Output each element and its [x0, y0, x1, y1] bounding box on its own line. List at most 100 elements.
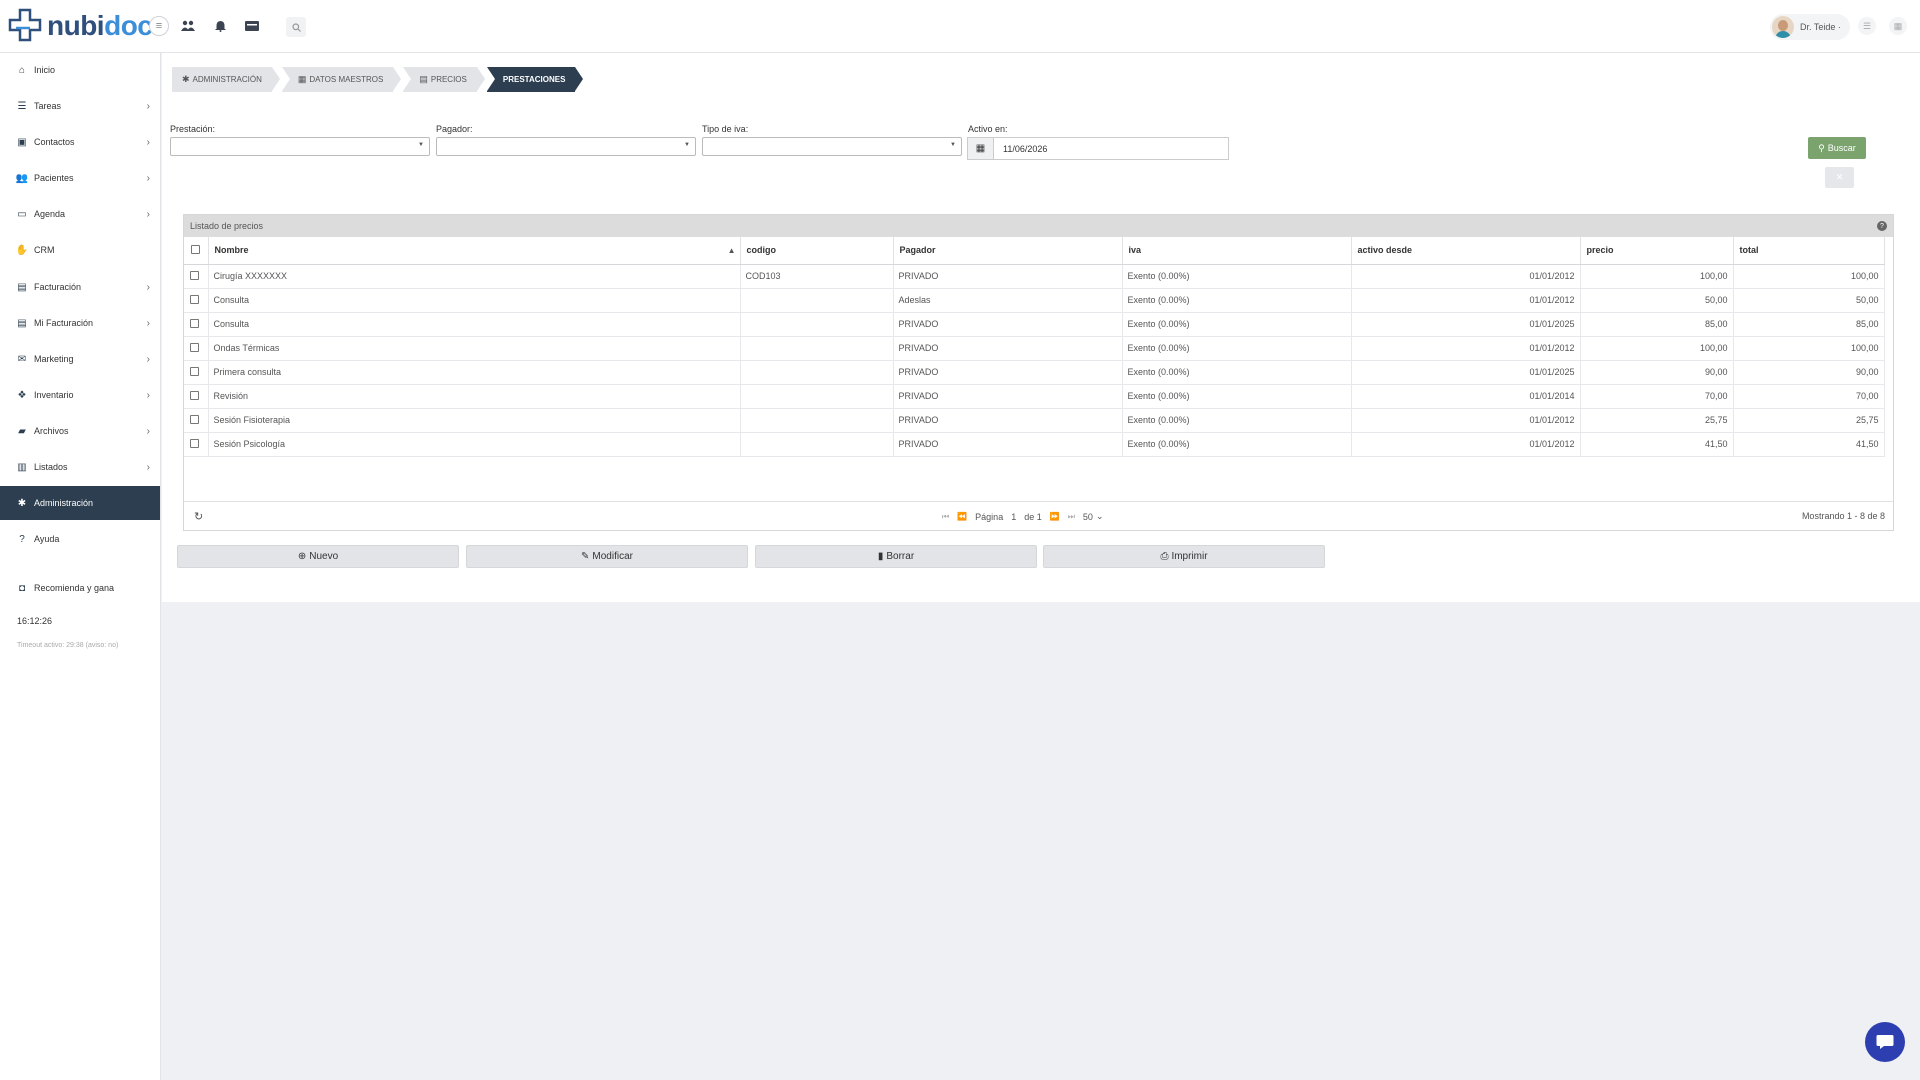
breadcrumb-item-prestaciones[interactable]: PRESTACIONES: [486, 67, 583, 92]
calendar-icon[interactable]: ▦: [968, 138, 994, 159]
table-row[interactable]: Primera consulta PRIVADO Exento (0.00%) 01/…: [184, 360, 1885, 385]
sidebar-item-archivos[interactable]: ▰ Archivos ›: [0, 414, 160, 448]
table-row[interactable]: Revisión PRIVADO Exento (0.00%) 01/01/2014 7…: [184, 384, 1885, 409]
breadcrumb-item-administración[interactable]: ✱ ADMINISTRACIÓN: [172, 67, 280, 92]
column-header-precio[interactable]: precio: [1580, 237, 1734, 265]
breadcrumb-label: PRESTACIONES: [502, 75, 566, 84]
menu-toggle-icon[interactable]: ≡: [149, 16, 169, 36]
chat-button[interactable]: [1865, 1022, 1905, 1062]
sidebar-item-listados[interactable]: ▥ Listados ›: [0, 450, 160, 484]
cell-activo-desde: 01/01/2012: [1351, 408, 1581, 433]
row-checkbox[interactable]: [190, 342, 199, 352]
row-checkbox[interactable]: [190, 366, 199, 376]
last-page-icon[interactable]: ⏭: [1068, 512, 1075, 522]
row-checkbox[interactable]: [190, 270, 199, 280]
chevron-right-icon: ›: [146, 172, 150, 184]
sidebar-item-mi-facturación[interactable]: ▤ Mi Facturación ›: [0, 306, 160, 340]
bell-icon[interactable]: [210, 16, 230, 36]
calculator-icon[interactable]: ▦: [1889, 17, 1907, 35]
money-icon[interactable]: [242, 16, 262, 36]
sidebar-item-facturación[interactable]: ▤ Facturación ›: [0, 270, 160, 304]
breadcrumb-item-precios[interactable]: ▤ PRECIOS: [403, 67, 485, 92]
help-icon[interactable]: ?: [1877, 221, 1887, 231]
sidebar-item-marketing[interactable]: ✉ Marketing ›: [0, 342, 160, 376]
column-header-codigo[interactable]: codigo: [740, 237, 894, 265]
cell-pagador: PRIVADO: [893, 360, 1123, 385]
clear-filters-button[interactable]: ✕: [1825, 167, 1854, 188]
sidebar-item-recomienda-y-gana[interactable]: ◘ Recomienda y gana: [0, 571, 160, 605]
column-header-total[interactable]: total: [1733, 237, 1885, 265]
prestacion-select[interactable]: ▼: [170, 137, 430, 156]
pagador-label: Pagador:: [436, 124, 473, 134]
search-icon[interactable]: [286, 17, 306, 37]
select-all-checkbox[interactable]: [191, 244, 200, 254]
borrar-button[interactable]: ▮ Borrar: [755, 545, 1037, 568]
chevron-right-icon: ›: [146, 281, 150, 293]
next-page-icon[interactable]: ⏩: [1050, 512, 1060, 521]
sidebar-item-inventario[interactable]: ❖ Inventario ›: [0, 378, 160, 412]
prev-page-icon[interactable]: ⏪: [957, 512, 967, 521]
sort-icon[interactable]: ▲: [728, 246, 736, 255]
chevron-right-icon: ›: [146, 136, 150, 148]
search-button[interactable]: ⚲ Buscar: [1808, 137, 1866, 159]
imprimir-button-label: Imprimir: [1171, 551, 1208, 562]
column-header-activo-desde[interactable]: activo desde: [1351, 237, 1581, 265]
sidebar-item-crm[interactable]: ✋ CRM: [0, 233, 160, 267]
cell-precio: 100,00: [1580, 264, 1734, 289]
table-row[interactable]: Ondas Térmicas PRIVADO Exento (0.00%) 01/01…: [184, 336, 1885, 361]
table-row[interactable]: Cirugía XXXXXXX COD103 PRIVADO Exento (0.00…: [184, 264, 1885, 289]
row-checkbox[interactable]: [190, 390, 199, 400]
cell-pagador: Adeslas: [893, 288, 1123, 313]
cell-total: 50,00: [1733, 288, 1885, 313]
page-size-select[interactable]: 50 ⌄: [1083, 511, 1104, 522]
table-row[interactable]: Sesión Psicología PRIVADO Exento (0.00%) 01…: [184, 432, 1885, 457]
sidebar-item-pacientes[interactable]: 👥 Pacientes ›: [0, 161, 160, 195]
tipo-iva-select[interactable]: ▼: [702, 137, 962, 156]
column-header-pagador[interactable]: Pagador: [893, 237, 1123, 265]
chevron-right-icon: ›: [146, 389, 150, 401]
logo-cross-icon: [8, 8, 42, 42]
modificar-button[interactable]: ✎ Modificar: [466, 545, 748, 568]
table-row[interactable]: Sesión Fisioterapia PRIVADO Exento (0.00%)…: [184, 408, 1885, 433]
activo-date-field[interactable]: ▦ 11/06/2026: [967, 137, 1229, 160]
cell-precio: 25,75: [1580, 408, 1734, 433]
sidebar-item-contactos[interactable]: ▣ Contactos ›: [0, 125, 160, 159]
user-menu[interactable]: Dr. Teide ·: [1770, 14, 1850, 40]
cell-activo-desde: 01/01/2012: [1351, 432, 1581, 457]
column-header-nombre[interactable]: Nombre ▲: [208, 237, 741, 265]
users-icon: 👥: [15, 172, 29, 184]
refresh-icon[interactable]: ↻: [194, 510, 203, 523]
page-number-input[interactable]: 1: [1011, 512, 1016, 522]
sidebar-item-ayuda[interactable]: ? Ayuda: [0, 522, 160, 556]
breadcrumb: ✱ ADMINISTRACIÓN ▦ DATOS MAESTROS ▤ PRECIOS PR…: [172, 67, 585, 92]
row-checkbox[interactable]: [190, 318, 199, 328]
sidebar-item-agenda[interactable]: ▭ Agenda ›: [0, 197, 160, 231]
sidebar-item-administración[interactable]: ✱ Administración: [0, 486, 160, 520]
table-row[interactable]: Consulta PRIVADO Exento (0.00%) 01/01/2025 8…: [184, 312, 1885, 337]
imprimir-button[interactable]: ⎙ Imprimir: [1043, 545, 1325, 568]
cell-codigo: [740, 336, 894, 361]
cell-nombre: Consulta: [208, 288, 741, 313]
row-checkbox[interactable]: [190, 294, 199, 304]
list-icon[interactable]: ☰: [1858, 17, 1876, 35]
table-header-row: Nombre ▲ codigo Pagador iva activo desde …: [184, 237, 1885, 265]
column-header-iva[interactable]: iva: [1122, 237, 1352, 265]
sidebar-item-inicio[interactable]: ⌂ Inicio: [0, 53, 160, 87]
row-select-cell: [184, 432, 209, 457]
cell-activo-desde: 01/01/2012: [1351, 336, 1581, 361]
table-row[interactable]: Consulta Adeslas Exento (0.00%) 01/01/2012 5…: [184, 288, 1885, 313]
nuevo-button[interactable]: ⊕ Nuevo: [177, 545, 459, 568]
cell-nombre: Revisión: [208, 384, 741, 409]
cell-nombre: Consulta: [208, 312, 741, 337]
row-checkbox[interactable]: [190, 438, 199, 448]
row-checkbox[interactable]: [190, 414, 199, 424]
handshake-icon: ✋: [15, 244, 29, 256]
users-icon[interactable]: [178, 16, 198, 36]
activo-date-value: 11/06/2026: [1003, 143, 1048, 154]
pagador-select[interactable]: ▼: [436, 137, 696, 156]
first-page-icon[interactable]: ⏮: [942, 512, 949, 522]
logo[interactable]: nubidoc: [8, 6, 153, 46]
money-icon: ▤: [17, 281, 27, 293]
breadcrumb-item-datos-maestros[interactable]: ▦ DATOS MAESTROS: [281, 67, 402, 92]
sidebar-item-tareas[interactable]: ☰ Tareas ›: [0, 89, 160, 123]
